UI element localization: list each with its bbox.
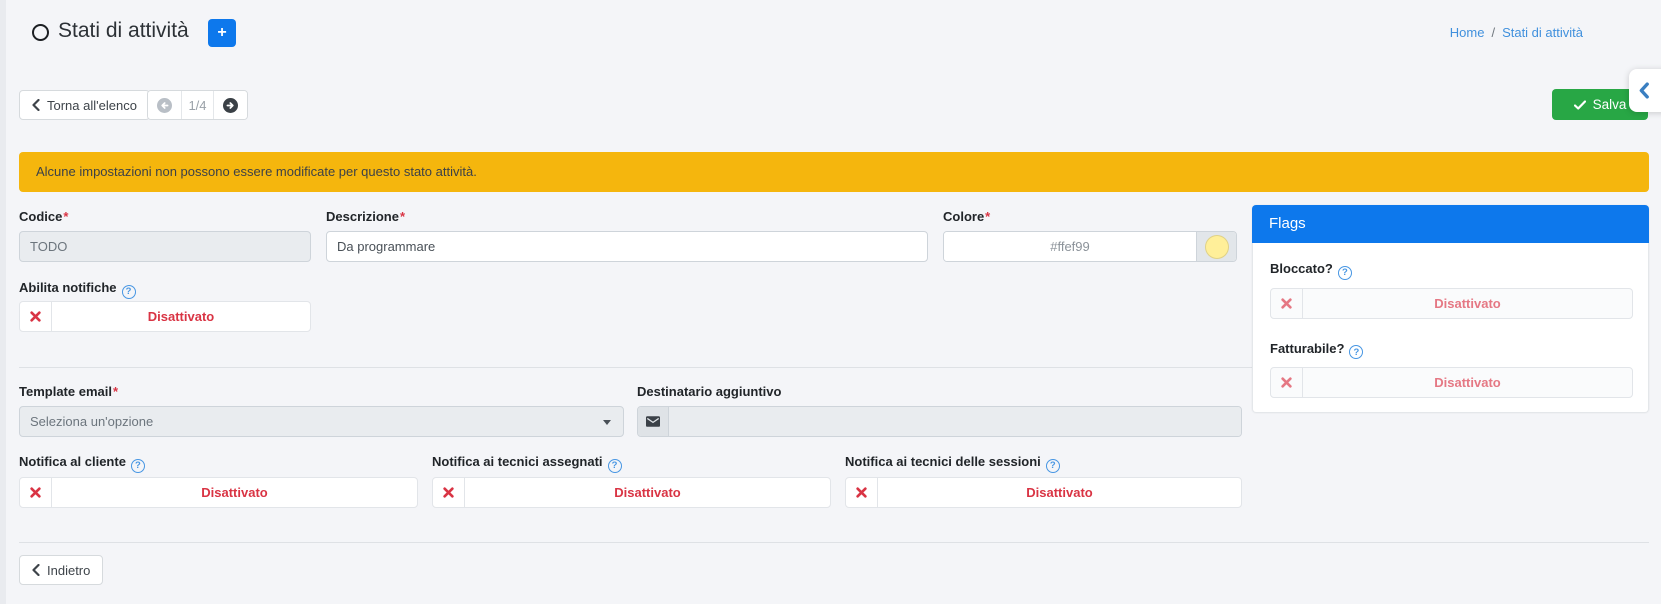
flags-panel: Flags Bloccato?? Disattivato Fatturabile… xyxy=(1252,205,1649,413)
color-swatch xyxy=(1205,235,1229,259)
x-icon xyxy=(20,302,52,331)
chevron-left-icon xyxy=(32,99,40,111)
notifica-sessioni-toggle[interactable]: Disattivato xyxy=(845,477,1242,508)
destinatario-input xyxy=(669,407,1241,436)
notifica-tecnici-label: Notifica ai tecnici assegnati? xyxy=(432,454,622,473)
codice-input xyxy=(19,231,311,262)
breadcrumb: Home / Stati di attività xyxy=(1450,25,1583,40)
flags-panel-body: Bloccato?? Disattivato Fatturabile?? Dis… xyxy=(1252,243,1649,413)
notifica-cliente-toggle[interactable]: Disattivato xyxy=(19,477,418,508)
next-record-button[interactable] xyxy=(214,91,247,119)
caret-down-icon xyxy=(603,420,611,425)
toggle-state-label: Disattivato xyxy=(1303,368,1632,397)
help-icon[interactable]: ? xyxy=(131,459,145,473)
save-label: Salva xyxy=(1593,97,1627,112)
plus-icon: + xyxy=(217,24,226,41)
fatturabile-toggle[interactable]: Disattivato xyxy=(1270,367,1633,398)
toggle-state-label: Disattivato xyxy=(878,478,1241,507)
x-icon xyxy=(20,478,52,507)
breadcrumb-separator: / xyxy=(1491,25,1495,40)
select-placeholder: Seleziona un'opzione xyxy=(30,414,153,429)
required-asterisk: * xyxy=(400,209,405,224)
colore-field xyxy=(943,231,1237,262)
x-icon xyxy=(1271,289,1303,318)
circle-status-icon xyxy=(32,24,49,41)
colore-input[interactable] xyxy=(944,232,1196,261)
destinatario-label: Destinatario aggiuntivo xyxy=(637,384,781,399)
breadcrumb-current-link[interactable]: Stati di attività xyxy=(1502,25,1583,40)
breadcrumb-home-link[interactable]: Home xyxy=(1450,25,1485,40)
help-icon[interactable]: ? xyxy=(122,285,136,299)
required-asterisk: * xyxy=(113,384,118,399)
toggle-state-label: Disattivato xyxy=(52,302,310,331)
abilita-notifiche-label: Abilita notifiche? xyxy=(19,280,136,299)
notifica-sessioni-label: Notifica ai tecnici delle sessioni? xyxy=(845,454,1060,473)
x-icon xyxy=(846,478,878,507)
envelope-icon xyxy=(638,407,669,436)
fatturabile-label: Fatturabile?? xyxy=(1270,341,1631,360)
codice-label: Codice* xyxy=(19,209,68,224)
check-icon xyxy=(1574,100,1586,110)
template-email-select: Seleziona un'opzione xyxy=(19,406,624,437)
panel-collapse-toggle[interactable] xyxy=(1629,69,1661,112)
descrizione-input[interactable] xyxy=(326,231,928,262)
warning-banner: Alcune impostazioni non possono essere m… xyxy=(19,152,1649,192)
back-to-list-button[interactable]: Torna all'elenco xyxy=(19,90,150,120)
toggle-state-label: Disattivato xyxy=(1303,289,1632,318)
window-edge xyxy=(0,0,6,604)
flags-panel-header: Flags xyxy=(1252,205,1649,243)
colore-label: Colore* xyxy=(943,209,990,224)
record-pager: 1/4 xyxy=(147,90,248,120)
help-icon[interactable]: ? xyxy=(1046,459,1060,473)
required-asterisk: * xyxy=(985,209,990,224)
arrow-circle-left-icon xyxy=(157,98,172,113)
pager-position: 1/4 xyxy=(181,91,214,119)
back-button[interactable]: Indietro xyxy=(19,555,103,585)
abilita-notifiche-toggle[interactable]: Disattivato xyxy=(19,301,311,332)
bloccato-toggle[interactable]: Disattivato xyxy=(1270,288,1633,319)
template-email-label: Template email* xyxy=(19,384,118,399)
chevron-left-icon xyxy=(32,564,40,576)
notifica-tecnici-toggle[interactable]: Disattivato xyxy=(432,477,831,508)
previous-record-button[interactable] xyxy=(148,91,181,119)
arrow-circle-right-icon xyxy=(223,98,238,113)
help-icon[interactable]: ? xyxy=(1338,266,1352,280)
spacer xyxy=(1270,319,1631,341)
x-icon xyxy=(433,478,465,507)
toggle-state-label: Disattivato xyxy=(52,478,417,507)
color-picker-addon[interactable] xyxy=(1196,232,1236,261)
notifica-cliente-label: Notifica al cliente? xyxy=(19,454,145,473)
add-button[interactable]: + xyxy=(208,19,236,47)
page: Stati di attività + Home / Stati di attivi… xyxy=(0,0,1661,604)
destinatario-field xyxy=(637,406,1242,437)
toggle-state-label: Disattivato xyxy=(465,478,830,507)
x-icon xyxy=(1271,368,1303,397)
help-icon[interactable]: ? xyxy=(608,459,622,473)
back-label: Indietro xyxy=(47,563,90,578)
divider xyxy=(19,542,1649,543)
help-icon[interactable]: ? xyxy=(1349,345,1363,359)
required-asterisk: * xyxy=(63,209,68,224)
page-title: Stati di attività xyxy=(58,19,189,43)
chevron-left-icon xyxy=(1638,82,1650,99)
descrizione-label: Descrizione* xyxy=(326,209,405,224)
back-to-list-label: Torna all'elenco xyxy=(47,98,137,113)
bloccato-label: Bloccato?? xyxy=(1270,261,1631,280)
